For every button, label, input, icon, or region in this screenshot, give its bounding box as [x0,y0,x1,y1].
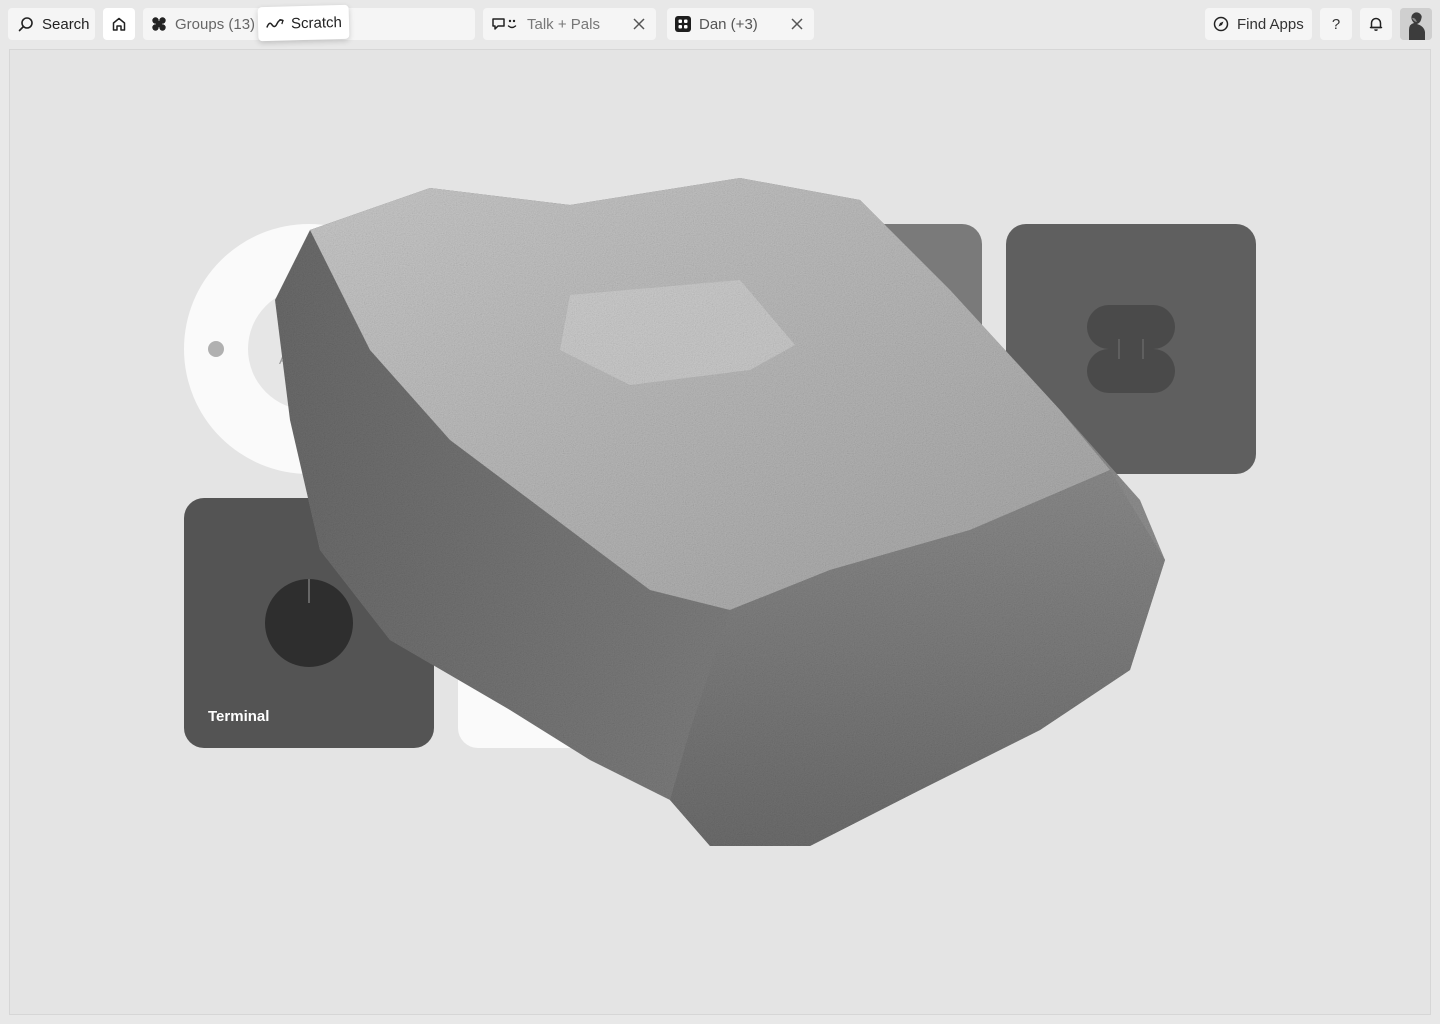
bell-icon [1369,17,1383,31]
help-button[interactable]: ? [1320,8,1352,40]
tab-talk-pals-label: Talk + Pals [527,15,600,33]
rock-image [275,178,1165,846]
tab-dan[interactable]: Dan (+3) [667,8,814,40]
find-apps-button[interactable]: Find Apps [1205,8,1312,40]
chat-bubble-icon [492,18,517,30]
top-bar: Search Groups (13) Scratch Talk + Pals D… [0,0,1440,48]
scratch-tab[interactable]: Scratch [257,4,350,42]
tab-dan-label: Dan (+3) [699,15,758,33]
help-label: ? [1331,15,1341,33]
groups-label: Groups (13) [175,15,256,33]
notifications-button[interactable] [1360,8,1392,40]
search-button[interactable]: Search [8,8,95,40]
search-label: Search [42,15,90,33]
compass-icon [1213,16,1229,32]
find-apps-label: Find Apps [1237,15,1304,33]
terminal-label: Terminal [208,708,270,725]
clover-icon [152,17,166,31]
close-icon[interactable] [632,17,646,31]
home-icon [112,17,126,31]
dial-knob-dot[interactable] [208,341,224,357]
scratch-label: Scratch [290,13,343,32]
tab-talk-pals[interactable]: Talk + Pals [483,8,656,40]
close-icon[interactable] [790,17,804,31]
search-icon [18,17,33,32]
squiggle-icon [266,18,284,28]
grid-app-icon [675,16,691,32]
avatar[interactable] [1400,8,1432,40]
avatar-image [1400,8,1432,40]
home-button[interactable] [103,8,135,40]
